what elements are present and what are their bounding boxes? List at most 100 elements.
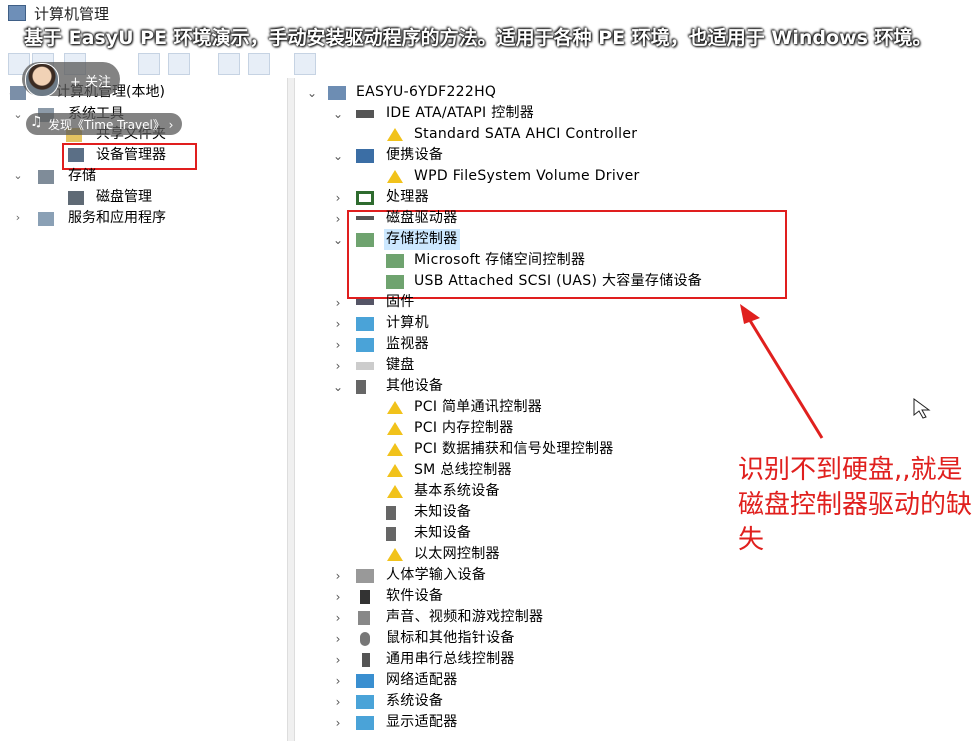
chevron-right-icon[interactable]: › bbox=[331, 569, 345, 583]
device-ms-storage[interactable]: Microsoft 存储空间控制器 bbox=[414, 250, 585, 271]
chevron-right-icon[interactable]: › bbox=[331, 611, 345, 625]
chevron-right-icon[interactable]: › bbox=[331, 632, 345, 646]
storage-icon bbox=[38, 170, 54, 184]
device-ethernet[interactable]: 以太网控制器 bbox=[414, 544, 500, 565]
device-pci-mem[interactable]: PCI 内存控制器 bbox=[414, 418, 514, 439]
device-unknown-1[interactable]: 未知设备 bbox=[414, 502, 471, 523]
monitor-icon bbox=[356, 338, 374, 352]
storage-controller-icon bbox=[386, 254, 404, 268]
chevron-down-icon[interactable]: ⌄ bbox=[12, 166, 24, 186]
chevron-right-icon[interactable]: › bbox=[12, 208, 24, 228]
mouse-icon bbox=[360, 632, 370, 646]
chevron-down-icon[interactable]: ⌄ bbox=[305, 86, 319, 100]
chevron-right-icon[interactable]: › bbox=[331, 674, 345, 688]
scan-hardware-button[interactable] bbox=[248, 53, 270, 75]
arrow-shaft bbox=[744, 313, 824, 439]
tree-item-storage[interactable]: 存储 bbox=[68, 166, 96, 186]
pane-splitter[interactable] bbox=[287, 78, 295, 741]
device-sm-bus[interactable]: SM 总线控制器 bbox=[414, 460, 512, 481]
annotation-text: 识别不到硬盘,,就是磁盘控制器驱动的缺失 bbox=[738, 455, 973, 555]
processor-icon bbox=[356, 191, 374, 205]
category-sound[interactable]: 声音、视频和游戏控制器 bbox=[386, 607, 543, 628]
warning-icon bbox=[387, 464, 403, 477]
tree-item-disk-management[interactable]: 磁盘管理 bbox=[96, 187, 152, 207]
device-pci-comm[interactable]: PCI 简单通讯控制器 bbox=[414, 397, 542, 418]
hid-icon bbox=[356, 569, 374, 583]
app-icon bbox=[8, 5, 26, 21]
category-system[interactable]: 系统设备 bbox=[386, 691, 443, 712]
help-button[interactable] bbox=[218, 53, 240, 75]
chevron-right-icon[interactable]: › bbox=[331, 317, 345, 331]
device-pci-data[interactable]: PCI 数据捕获和信号处理控制器 bbox=[414, 439, 614, 460]
chevron-down-icon[interactable]: ⌄ bbox=[331, 380, 345, 394]
toolbar bbox=[0, 50, 977, 78]
arrow-head bbox=[740, 304, 760, 324]
category-mice[interactable]: 鼠标和其他指针设备 bbox=[386, 628, 515, 649]
storage-controller-icon bbox=[386, 275, 404, 289]
warning-icon bbox=[387, 422, 403, 435]
chevron-right-icon[interactable]: › bbox=[331, 695, 345, 709]
category-software[interactable]: 软件设备 bbox=[386, 586, 443, 607]
computer-icon bbox=[10, 86, 26, 100]
usb-icon bbox=[362, 653, 370, 667]
category-storage-controllers[interactable]: 存储控制器 bbox=[384, 229, 460, 250]
chevron-right-icon[interactable]: › bbox=[331, 338, 345, 352]
category-network[interactable]: 网络适配器 bbox=[386, 670, 458, 691]
unknown-device-icon bbox=[356, 380, 366, 394]
storage-controller-icon bbox=[356, 233, 374, 247]
disk-drive-icon bbox=[356, 216, 374, 220]
category-computer[interactable]: 计算机 bbox=[386, 313, 429, 334]
tree-item-services-apps[interactable]: 服务和应用程序 bbox=[68, 208, 166, 228]
video-caption: 基于 EasyU PE 环境演示，手动安装驱动程序的方法。适用于各种 PE 环境… bbox=[24, 27, 932, 49]
chevron-down-icon[interactable]: ⌄ bbox=[331, 107, 345, 121]
show-hide-tree-button[interactable] bbox=[138, 53, 160, 75]
chevron-right-icon[interactable]: › bbox=[331, 191, 345, 205]
warning-icon bbox=[387, 128, 403, 141]
disk-icon bbox=[68, 191, 84, 205]
category-portable[interactable]: 便携设备 bbox=[386, 145, 443, 166]
chevron-down-icon[interactable]: ⌄ bbox=[12, 105, 24, 125]
category-disk-drives[interactable]: 磁盘驱动器 bbox=[386, 208, 458, 229]
computer-name[interactable]: EASYU-6YDF222HQ bbox=[356, 82, 496, 103]
unknown-device-icon bbox=[386, 527, 396, 541]
properties-button[interactable] bbox=[168, 53, 190, 75]
monitor-button[interactable] bbox=[294, 53, 316, 75]
warning-icon bbox=[387, 548, 403, 561]
category-firmware[interactable]: 固件 bbox=[386, 292, 415, 313]
chevron-right-icon[interactable]: › bbox=[331, 716, 345, 730]
category-ide[interactable]: IDE ATA/ATAPI 控制器 bbox=[386, 103, 534, 124]
device-unknown-2[interactable]: 未知设备 bbox=[414, 523, 471, 544]
warning-icon bbox=[387, 401, 403, 414]
chevron-down-icon[interactable]: ⌄ bbox=[331, 233, 345, 247]
device-base-sys[interactable]: 基本系统设备 bbox=[414, 481, 500, 502]
avatar[interactable] bbox=[25, 63, 59, 97]
category-processor[interactable]: 处理器 bbox=[386, 187, 429, 208]
chevron-right-icon[interactable]: › bbox=[331, 359, 345, 373]
display-adapter-icon bbox=[356, 716, 374, 730]
category-keyboards[interactable]: 键盘 bbox=[386, 355, 415, 376]
tree-item-device-manager[interactable]: 设备管理器 bbox=[96, 145, 166, 165]
computer-icon bbox=[356, 317, 374, 331]
system-device-icon bbox=[356, 695, 374, 709]
chevron-right-icon[interactable]: › bbox=[331, 296, 345, 310]
category-hid[interactable]: 人体学输入设备 bbox=[386, 565, 486, 586]
speaker-icon bbox=[358, 611, 370, 625]
device-wpd[interactable]: WPD FileSystem Volume Driver bbox=[414, 166, 640, 187]
chevron-down-icon[interactable]: ⌄ bbox=[331, 149, 345, 163]
chevron-right-icon[interactable]: › bbox=[331, 590, 345, 604]
device-sata[interactable]: Standard SATA AHCI Controller bbox=[414, 124, 637, 145]
computer-icon bbox=[328, 86, 346, 100]
chevron-right-icon[interactable]: › bbox=[331, 653, 345, 667]
device-manager-icon bbox=[68, 148, 84, 162]
category-monitors[interactable]: 监视器 bbox=[386, 334, 429, 355]
category-other-devices[interactable]: 其他设备 bbox=[386, 376, 443, 397]
category-display[interactable]: 显示适配器 bbox=[386, 712, 458, 733]
software-device-icon bbox=[360, 590, 370, 604]
portable-device-icon bbox=[356, 149, 374, 163]
follow-button[interactable]: + 关注 bbox=[70, 71, 111, 90]
warning-icon bbox=[387, 443, 403, 456]
music-link[interactable]: 发现《Time Travel》 › bbox=[48, 116, 173, 133]
category-usb[interactable]: 通用串行总线控制器 bbox=[386, 649, 515, 670]
device-usb-scsi[interactable]: USB Attached SCSI (UAS) 大容量存储设备 bbox=[414, 271, 702, 292]
chevron-right-icon[interactable]: › bbox=[331, 212, 345, 226]
